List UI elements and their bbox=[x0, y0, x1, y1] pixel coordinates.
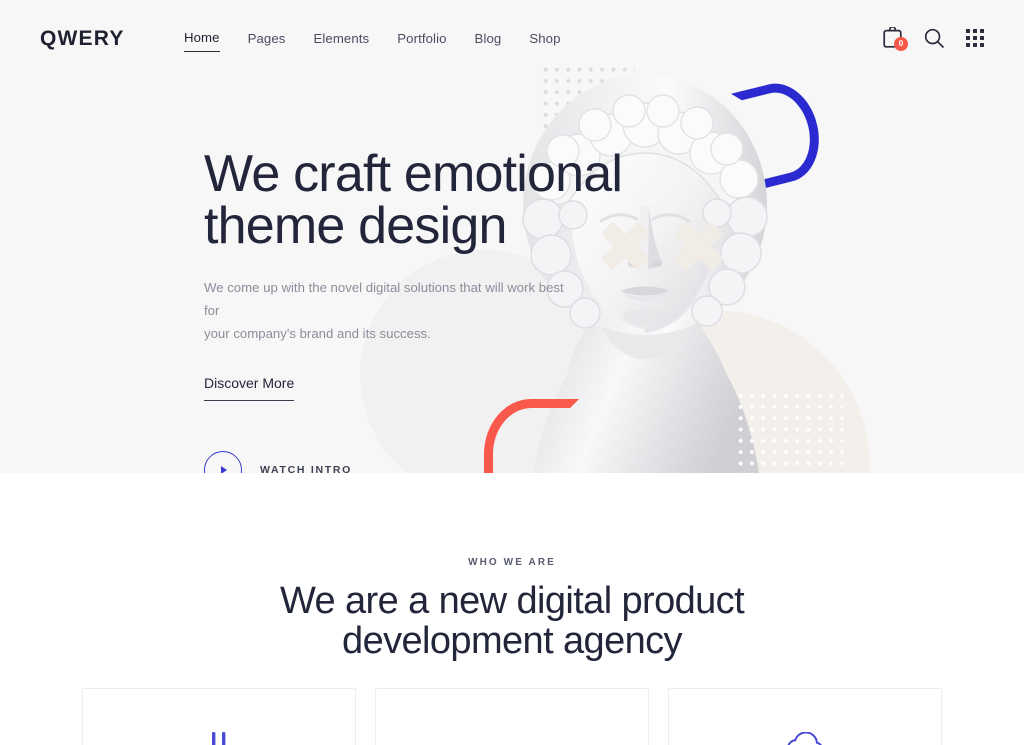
hero-title: We craft emotional theme design bbox=[204, 145, 623, 255]
site-header: QWERY Home Pages Elements Portfolio Blog… bbox=[0, 0, 1024, 78]
feature-card-1[interactable] bbox=[82, 688, 356, 745]
feature-card-3[interactable] bbox=[668, 688, 942, 745]
feature-cards bbox=[82, 688, 942, 745]
play-icon[interactable] bbox=[204, 451, 242, 473]
hero-subtitle: We come up with the novel digital soluti… bbox=[204, 280, 564, 341]
pause-bars-icon bbox=[204, 732, 234, 745]
cart-count-badge: 0 bbox=[894, 37, 908, 51]
cart-icon[interactable]: 0 bbox=[883, 27, 908, 51]
section-eyebrow: WHO WE ARE bbox=[468, 557, 556, 568]
apps-grid-icon[interactable] bbox=[966, 28, 984, 47]
nav-item-portfolio[interactable]: Portfolio bbox=[397, 31, 446, 52]
logo[interactable]: QWERY bbox=[40, 27, 125, 51]
main-navigation: Home Pages Elements Portfolio Blog Shop bbox=[184, 30, 561, 52]
nav-item-blog[interactable]: Blog bbox=[475, 31, 502, 52]
feature-card-2[interactable] bbox=[375, 688, 649, 745]
section-title: We are a new digital product development… bbox=[279, 580, 745, 662]
nav-item-pages[interactable]: Pages bbox=[248, 31, 286, 52]
nav-item-elements[interactable]: Elements bbox=[313, 31, 369, 52]
discover-more-link[interactable]: Discover More bbox=[204, 375, 295, 401]
watch-intro-label: WATCH INTRO bbox=[260, 464, 352, 473]
watch-intro-button[interactable]: WATCH INTRO bbox=[204, 451, 684, 473]
header-actions: 0 bbox=[883, 27, 984, 51]
page-root: We craft emotional theme design We come … bbox=[0, 0, 1024, 745]
search-icon[interactable] bbox=[924, 28, 944, 48]
decorative-dot-grid-bottom bbox=[735, 390, 843, 473]
nav-item-home[interactable]: Home bbox=[184, 30, 220, 52]
hero-content: We craft emotional theme design We come … bbox=[204, 148, 684, 473]
nav-item-shop[interactable]: Shop bbox=[529, 31, 560, 52]
cloud-icon bbox=[787, 731, 823, 745]
